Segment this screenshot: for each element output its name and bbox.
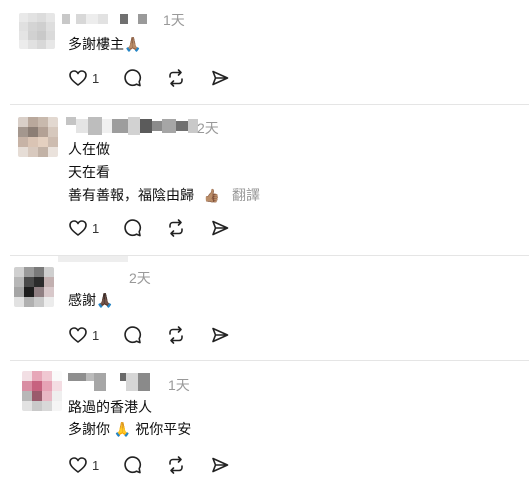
like-button[interactable]: 1	[68, 325, 99, 345]
comment-item: 1天 多謝樓主🙏🏽 1	[0, 0, 529, 104]
speech-bubble-icon	[122, 325, 142, 345]
repost-button[interactable]	[166, 68, 186, 88]
repost-button[interactable]	[166, 218, 186, 238]
comment-text: 多謝樓主🙏🏽	[68, 35, 141, 54]
heart-icon	[68, 325, 88, 345]
repost-icon	[166, 218, 186, 238]
username[interactable]	[68, 373, 150, 391]
speech-bubble-icon	[122, 68, 142, 88]
translate-link[interactable]: 翻譯	[232, 187, 260, 203]
repost-button[interactable]	[166, 455, 186, 475]
reply-button[interactable]	[122, 218, 142, 238]
comment-line: 感謝🙏🏿	[68, 292, 114, 308]
speech-bubble-icon	[122, 455, 142, 475]
repost-icon	[166, 455, 186, 475]
timestamp: 1天	[168, 377, 190, 393]
send-icon	[210, 68, 230, 88]
comment-text: 感謝🙏🏿	[68, 291, 113, 310]
speech-bubble-icon	[122, 218, 142, 238]
share-button[interactable]	[210, 325, 230, 345]
username[interactable]	[58, 256, 128, 262]
comment-line: 多謝樓主🙏🏽	[68, 36, 142, 52]
comment-text: 路過的香港人 多謝你 🙏 祝你平安	[68, 398, 191, 439]
action-bar: 1	[68, 68, 230, 88]
timestamp: 2天	[197, 120, 219, 136]
repost-icon	[166, 325, 186, 345]
timestamp: 2天	[129, 270, 151, 286]
send-icon	[210, 325, 230, 345]
heart-icon	[68, 455, 88, 475]
comment-line: 多謝你 🙏 祝你平安	[68, 421, 192, 437]
comment-line: 路過的香港人	[68, 399, 152, 415]
comment-item: 1天 路過的香港人 多謝你 🙏 祝你平安 1	[0, 361, 529, 482]
comment-line: 人在做	[68, 141, 110, 157]
send-icon	[210, 455, 230, 475]
heart-icon	[68, 68, 88, 88]
action-bar: 1	[68, 455, 230, 475]
share-button[interactable]	[210, 455, 230, 475]
like-button[interactable]: 1	[68, 455, 99, 475]
username[interactable]	[66, 117, 198, 135]
like-button[interactable]: 1	[68, 218, 99, 238]
comment-thread: 1天 多謝樓主🙏🏽 1 2天 人在做 天在看 善有善報，福陰由歸 👍🏽 翻譯 1…	[0, 0, 529, 482]
like-count: 1	[92, 457, 100, 473]
avatar[interactable]	[18, 117, 58, 157]
avatar[interactable]	[14, 267, 54, 307]
share-button[interactable]	[210, 68, 230, 88]
thumbs-up-icon: 👍🏽	[203, 189, 221, 204]
username[interactable]	[62, 13, 147, 25]
heart-icon	[68, 218, 88, 238]
send-icon	[210, 218, 230, 238]
comment-item: 2天 人在做 天在看 善有善報，福陰由歸 👍🏽 翻譯 1	[0, 105, 529, 255]
like-count: 1	[92, 220, 100, 236]
action-bar: 1	[68, 325, 230, 345]
comment-line: 善有善報，福陰由歸 👍🏽 翻譯	[68, 187, 260, 204]
comment-line: 天在看	[68, 164, 110, 180]
comment-text: 人在做 天在看 善有善報，福陰由歸 👍🏽 翻譯	[68, 140, 260, 206]
reply-button[interactable]	[122, 325, 142, 345]
like-count: 1	[92, 327, 100, 343]
repost-icon	[166, 68, 186, 88]
share-button[interactable]	[210, 218, 230, 238]
comment-item: 2天 感謝🙏🏿 1	[0, 256, 529, 360]
action-bar: 1	[68, 218, 230, 238]
reply-button[interactable]	[122, 68, 142, 88]
reply-button[interactable]	[122, 455, 142, 475]
timestamp: 1天	[163, 12, 185, 28]
avatar[interactable]	[19, 13, 55, 49]
repost-button[interactable]	[166, 325, 186, 345]
like-count: 1	[92, 70, 100, 86]
avatar[interactable]	[22, 371, 62, 411]
like-button[interactable]: 1	[68, 68, 99, 88]
